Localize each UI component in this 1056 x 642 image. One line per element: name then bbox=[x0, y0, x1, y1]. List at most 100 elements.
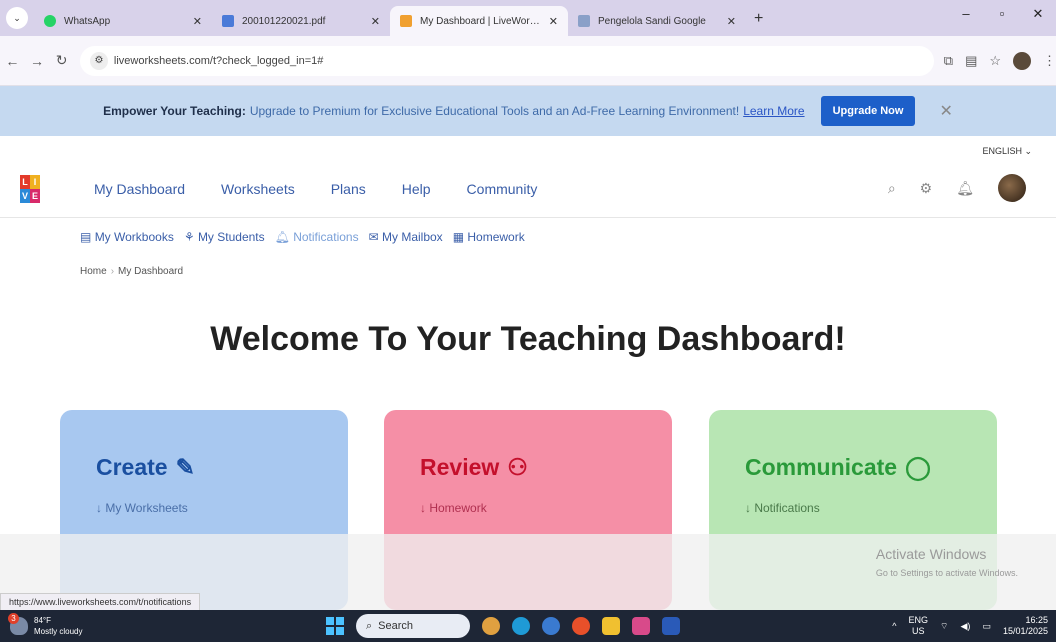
card-item-my-worksheets[interactable]: ↓ My Worksheets bbox=[96, 501, 312, 515]
close-icon[interactable]: ✕ bbox=[193, 15, 202, 28]
card-item-notifications[interactable]: ↓ Notifications bbox=[745, 501, 961, 515]
battery-icon[interactable]: ▭ bbox=[982, 621, 991, 632]
browser-tab-bar: ⌄ WhatsApp ✕ 200101220021.pdf ✕ My Dashb… bbox=[0, 0, 1056, 36]
nav-plans[interactable]: Plans bbox=[331, 181, 366, 197]
subnav-my-workbooks[interactable]: ▤ My Workbooks bbox=[80, 230, 174, 244]
widgets-icon[interactable] bbox=[482, 617, 500, 635]
close-icon[interactable]: ✕ bbox=[939, 101, 952, 121]
close-icon[interactable]: ✕ bbox=[549, 15, 558, 28]
edge-icon[interactable] bbox=[512, 617, 530, 635]
app-icon[interactable] bbox=[542, 617, 560, 635]
maximize-icon[interactable]: ▫ bbox=[984, 6, 1020, 22]
translate-icon[interactable]: ▤ bbox=[965, 53, 977, 69]
search-icon[interactable]: ⌕ bbox=[888, 180, 896, 197]
gear-icon[interactable]: ⚙ bbox=[920, 180, 933, 197]
subnav-my-mailbox[interactable]: ✉ My Mailbox bbox=[369, 230, 443, 244]
pencil-icon: ✎ bbox=[175, 454, 195, 480]
breadcrumb: Home › My Dashboard bbox=[80, 266, 183, 277]
chevron-right-icon: › bbox=[110, 266, 115, 277]
subnav-label: My Workbooks bbox=[94, 230, 174, 244]
header-icons: ⌕ ⚙ 🔔︎ bbox=[888, 174, 1026, 202]
card-item-label: Homework bbox=[429, 501, 487, 515]
search-icon: ⌕ bbox=[366, 619, 373, 632]
minimize-icon[interactable]: – bbox=[948, 6, 984, 22]
back-icon[interactable]: ← bbox=[0, 53, 25, 69]
bell-icon: 🔔︎ bbox=[274, 230, 290, 244]
tab-label: Pengelola Sandi Google bbox=[598, 15, 706, 27]
avatar[interactable] bbox=[998, 174, 1026, 202]
folder-icon[interactable] bbox=[602, 617, 620, 635]
subnav-homework[interactable]: ▦ Homework bbox=[453, 230, 525, 244]
bell-icon[interactable]: 🔔︎ bbox=[956, 180, 974, 197]
site-info-icon[interactable]: ⚙ bbox=[89, 51, 108, 70]
clock[interactable]: 16:25 15/01/2025 bbox=[1003, 615, 1048, 637]
chrome-icon[interactable] bbox=[572, 617, 590, 635]
word-icon[interactable] bbox=[662, 617, 680, 635]
liveworksheets-logo[interactable]: L I V E bbox=[20, 174, 40, 203]
card-title-text: Create bbox=[96, 454, 168, 480]
card-title[interactable]: Create ✎ bbox=[96, 454, 312, 481]
taskbar: 84°F Mostly cloudy ⌕ Search ^ ENG US ⌔ ◀… bbox=[0, 610, 1056, 642]
close-icon[interactable]: ✕ bbox=[727, 15, 736, 28]
weather-desc: Mostly cloudy bbox=[34, 627, 83, 636]
chevron-up-icon[interactable]: ^ bbox=[892, 621, 896, 631]
close-window-icon[interactable]: ✕ bbox=[1020, 6, 1056, 22]
clock-time: 16:25 bbox=[1025, 615, 1048, 625]
teacher-subnav: ▤ My Workbooks ⚘ My Students 🔔︎ Notifica… bbox=[80, 230, 525, 244]
learn-more-link[interactable]: Learn More bbox=[743, 104, 804, 118]
card-item-label: My Worksheets bbox=[105, 501, 188, 515]
clock-date: 15/01/2025 bbox=[1002, 626, 1048, 636]
taskbar-search[interactable]: ⌕ Search bbox=[356, 614, 470, 638]
main-nav: My Dashboard Worksheets Plans Help Commu… bbox=[94, 181, 537, 197]
profile-avatar[interactable] bbox=[1013, 51, 1032, 70]
tab-label: My Dashboard | LiveWorksheets bbox=[420, 15, 543, 27]
chat-bubble-icon: ◯ bbox=[905, 454, 931, 480]
new-tab-button[interactable]: + bbox=[754, 10, 763, 28]
tab-password-manager[interactable]: Pengelola Sandi Google ✕ bbox=[568, 6, 746, 36]
store-icon[interactable] bbox=[632, 617, 650, 635]
windows-start-icon[interactable] bbox=[326, 617, 344, 635]
card-title[interactable]: Communicate ◯ bbox=[745, 454, 961, 481]
card-title[interactable]: Review ⚇ bbox=[420, 454, 636, 481]
nav-worksheets[interactable]: Worksheets bbox=[221, 181, 295, 197]
tab-label: 200101220021.pdf bbox=[242, 15, 326, 27]
system-tray: ^ ENG US ⌔ ◀) ▭ 16:25 15/01/2025 bbox=[892, 615, 1048, 637]
forward-icon[interactable]: → bbox=[25, 53, 50, 69]
nav-help[interactable]: Help bbox=[402, 181, 431, 197]
input-language[interactable]: ENG US bbox=[909, 615, 929, 637]
card-title-text: Review bbox=[420, 454, 500, 480]
binoculars-icon: ⚇ bbox=[507, 454, 528, 480]
subnav-my-students[interactable]: ⚘ My Students bbox=[184, 230, 265, 244]
homework-icon: ▦ bbox=[452, 230, 465, 244]
tab-liveworksheets[interactable]: My Dashboard | LiveWorksheets ✕ bbox=[390, 6, 568, 36]
upgrade-now-button[interactable]: Upgrade Now bbox=[820, 96, 916, 126]
install-icon[interactable]: ⧉ bbox=[944, 53, 953, 69]
subnav-notifications[interactable]: 🔔︎ Notifications bbox=[275, 230, 359, 244]
language-selector[interactable]: ENGLISH ⌄ bbox=[982, 146, 1032, 157]
logo-letter: E bbox=[30, 188, 40, 203]
site-header: L I V E My Dashboard Worksheets Plans He… bbox=[0, 160, 1056, 218]
reload-icon[interactable]: ↻ bbox=[49, 52, 74, 69]
bookmark-star-icon[interactable]: ☆ bbox=[989, 53, 1001, 69]
logo-letter: I bbox=[30, 174, 40, 189]
card-item-homework[interactable]: ↓ Homework bbox=[420, 501, 636, 515]
subnav-label: Notifications bbox=[293, 230, 359, 244]
weather-widget[interactable]: 84°F Mostly cloudy bbox=[8, 613, 83, 637]
search-label: Search bbox=[378, 620, 414, 632]
tab-whatsapp[interactable]: WhatsApp ✕ bbox=[34, 6, 212, 36]
subnav-label: My Students bbox=[197, 230, 265, 244]
tab-pdf[interactable]: 200101220021.pdf ✕ bbox=[212, 6, 390, 36]
activate-windows-watermark: Activate Windows Go to Settings to activ… bbox=[876, 546, 1018, 578]
wifi-icon[interactable]: ⌔ bbox=[940, 621, 948, 632]
page-title: Welcome To Your Teaching Dashboard! bbox=[210, 320, 846, 358]
close-icon[interactable]: ✕ bbox=[371, 15, 380, 28]
volume-icon[interactable]: ◀) bbox=[961, 621, 971, 632]
whatsapp-icon bbox=[44, 15, 56, 27]
nav-my-dashboard[interactable]: My Dashboard bbox=[94, 181, 185, 197]
breadcrumb-home[interactable]: Home bbox=[80, 266, 107, 277]
nav-community[interactable]: Community bbox=[467, 181, 538, 197]
url-input[interactable]: ⚙ liveworksheets.com/t?check_logged_in=1… bbox=[79, 45, 934, 76]
tab-search-button[interactable]: ⌄ bbox=[6, 7, 28, 29]
cloud-icon bbox=[8, 613, 28, 635]
menu-icon[interactable]: ⋮ bbox=[1043, 53, 1056, 69]
